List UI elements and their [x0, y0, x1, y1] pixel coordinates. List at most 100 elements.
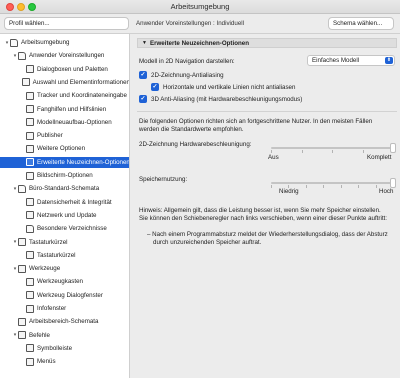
hw-accel-min-label: Aus — [268, 154, 279, 161]
antialias-3d-checkbox[interactable]: ✓ — [139, 95, 147, 103]
slider-tick — [301, 150, 303, 153]
sidebar-item-label: Befehle — [29, 331, 50, 339]
memory-usage-slider-thumb[interactable] — [390, 178, 396, 188]
hw-accel-slider[interactable] — [271, 147, 393, 149]
sidebar-item[interactable]: Weitere Optionen — [0, 143, 129, 154]
sidebar-item[interactable]: Tastaturkürzel — [0, 250, 129, 261]
keyboard-icon — [18, 238, 26, 246]
sidebar-item-label: Auswahl und Elementinformationen — [32, 78, 130, 86]
memory-usage-slider[interactable] — [271, 182, 393, 184]
tracker-icon — [26, 91, 34, 100]
slider-tick — [271, 150, 272, 153]
slider-tick — [305, 185, 307, 188]
sidebar-item[interactable]: ▾ Befehle — [0, 330, 129, 341]
nav-mode-label: Modell in 2D Navigation darstellen: — [139, 58, 235, 65]
network-icon — [26, 211, 34, 220]
sidebar-item[interactable]: Besondere Verzeichnisse — [0, 223, 129, 234]
sidebar-item-label: Tastaturkürzel — [37, 251, 76, 259]
nav-mode-select[interactable]: Einfaches Modell ⬍ — [307, 55, 395, 66]
sidebar-item-label: Publisher — [37, 132, 63, 140]
sidebar-item-label: Symbolleiste — [37, 344, 73, 352]
antialias-label: 2D-Zeichnung-Antialiasing — [151, 72, 224, 79]
sidebar-item[interactable]: Infofenster — [0, 303, 129, 314]
section-header[interactable]: ▼ Erweiterte Neuzeichnen-Optionen — [137, 38, 397, 48]
sidebar-item[interactable]: Auswahl und Elementinformationen — [0, 77, 130, 88]
commands-icon — [18, 331, 26, 340]
choose-schema-button[interactable]: Schema wählen... — [328, 17, 394, 30]
sidebar-item-label: Fanghilfen und Hilfslinien — [37, 105, 107, 113]
hw-accel-max-label: Komplett — [367, 154, 392, 161]
hint-line-1: Hinweis: Allgemein gilt, dass die Leistu… — [139, 207, 381, 214]
slider-tick — [362, 150, 364, 153]
hw-accel-slider-thumb[interactable] — [390, 143, 396, 153]
window-title: Arbeitsumgebung — [170, 2, 230, 11]
slider-tick — [340, 185, 342, 188]
sidebar-item[interactable]: Werkzeug Dialogfenster — [0, 290, 129, 301]
sidebar-item-label: Menüs — [37, 358, 56, 366]
folder-icon — [18, 184, 26, 193]
workspace-icon — [18, 317, 26, 326]
antialias-checkbox[interactable]: ✓ — [139, 71, 147, 79]
folder-icon — [18, 51, 26, 60]
sidebar-item-label: Arbeitsumgebung — [21, 39, 70, 46]
shortcut-icon — [26, 251, 34, 260]
no-antialias-lines-label: Horizontale und vertikale Linien nicht a… — [163, 84, 296, 91]
security-icon — [26, 198, 34, 207]
sidebar-item-label: Besondere Verzeichnisse — [37, 225, 107, 233]
no-antialias-lines-checkbox[interactable]: ✓ — [151, 83, 159, 91]
sidebar-item-label: Erweiterte Neuzeichnen-Optionen — [37, 158, 130, 166]
sidebar-item[interactable]: Menüs — [0, 356, 129, 367]
hint-line-3: – Nach einem Programmabsturz meldet der … — [147, 231, 388, 238]
sidebar-item[interactable]: Modellneuaufbau-Optionen — [0, 117, 129, 128]
sidebar-item[interactable]: Erweiterte Neuzeichnen-Optionen — [0, 156, 130, 168]
sidebar-item[interactable]: Publisher — [0, 130, 129, 141]
sidebar-item[interactable]: Datensicherheit & Integrität — [0, 197, 129, 208]
title-bar: Arbeitsumgebung — [0, 0, 400, 14]
sidebar-item[interactable]: Dialogboxen und Paletten — [0, 64, 129, 75]
redraw-icon — [26, 158, 34, 167]
advanced-note-line-1: Die folgenden Optionen richten sich an f… — [139, 118, 373, 125]
hint-line-4: durch unzureichenden Speicher auftrat. — [153, 239, 262, 246]
sidebar-item-label: Dialogboxen und Paletten — [37, 65, 108, 73]
sidebar-item-label: Datensicherheit & Integrität — [37, 198, 112, 206]
choose-profile-button[interactable]: Profil wählen... — [4, 17, 129, 30]
dialog-icon — [26, 65, 34, 74]
sidebar-item[interactable]: ▾ Werkzeuge — [0, 263, 129, 274]
sidebar-item-label: Bildschirm-Optionen — [37, 172, 93, 179]
slider-tick — [375, 185, 377, 188]
screen-icon — [26, 171, 34, 180]
antialias-3d-label: 3D Anti-Aliasing (mit Hardwarebeschleuni… — [151, 96, 303, 103]
sidebar-item-label: Werkzeugkasten — [37, 278, 83, 286]
top-toolbar: Profil wählen... Anwender Voreinstellung… — [0, 14, 400, 34]
sidebar-item[interactable]: Netzwerk und Update — [0, 210, 129, 221]
sidebar-item-label: Modellneuaufbau-Optionen — [37, 118, 112, 126]
settings-panel: ▼ Erweiterte Neuzeichnen-Optionen Modell… — [131, 34, 400, 378]
sidebar-item[interactable]: Fanghilfen und Hilfslinien — [0, 104, 129, 115]
sidebar-item[interactable]: ▾ Tastaturkürzel — [0, 237, 129, 248]
sidebar-item-label: Werkzeug Dialogfenster — [37, 291, 103, 299]
slider-tick — [323, 185, 325, 188]
sidebar-item[interactable]: Bildschirm-Optionen — [0, 170, 129, 181]
sidebar-item[interactable]: ▾ Anwender Voreinstellungen — [0, 50, 129, 61]
sidebar-item[interactable]: Tracker und Koordinateneingabe — [0, 90, 129, 101]
tool-dialog-icon — [26, 291, 34, 300]
tools-icon — [18, 264, 26, 273]
divider — [137, 111, 397, 112]
sidebar-item[interactable]: ▾ Büro-Standard-Schemata — [0, 183, 129, 194]
memory-usage-min-label: Niedrig — [279, 188, 299, 195]
sidebar-item[interactable]: Werkzeugkasten — [0, 276, 129, 287]
chevron-down-icon: ▼ — [142, 40, 147, 46]
sidebar-item-label: Netzwerk und Update — [37, 211, 97, 219]
sidebar-item-label: Anwender Voreinstellungen — [29, 52, 105, 60]
hint-line-2: Sie können den Schiebeneregler nach link… — [139, 215, 387, 222]
sidebar-item-label: Infofenster — [37, 305, 67, 312]
sidebar-item[interactable]: Symbolleiste — [0, 343, 129, 354]
slider-tick — [271, 185, 272, 188]
settings-tree: ▾ Arbeitsumgebung ▾ Anwender Voreinstellung… — [0, 34, 130, 378]
toolbox-icon — [26, 277, 34, 286]
folder-icon — [26, 224, 34, 233]
sidebar-item-label: Tastaturkürzel — [29, 238, 68, 246]
options-icon — [26, 144, 34, 153]
sidebar-item[interactable]: Arbeitsbereich-Schemata — [0, 316, 129, 327]
sidebar-item[interactable]: ▾ Arbeitsumgebung — [0, 37, 129, 48]
